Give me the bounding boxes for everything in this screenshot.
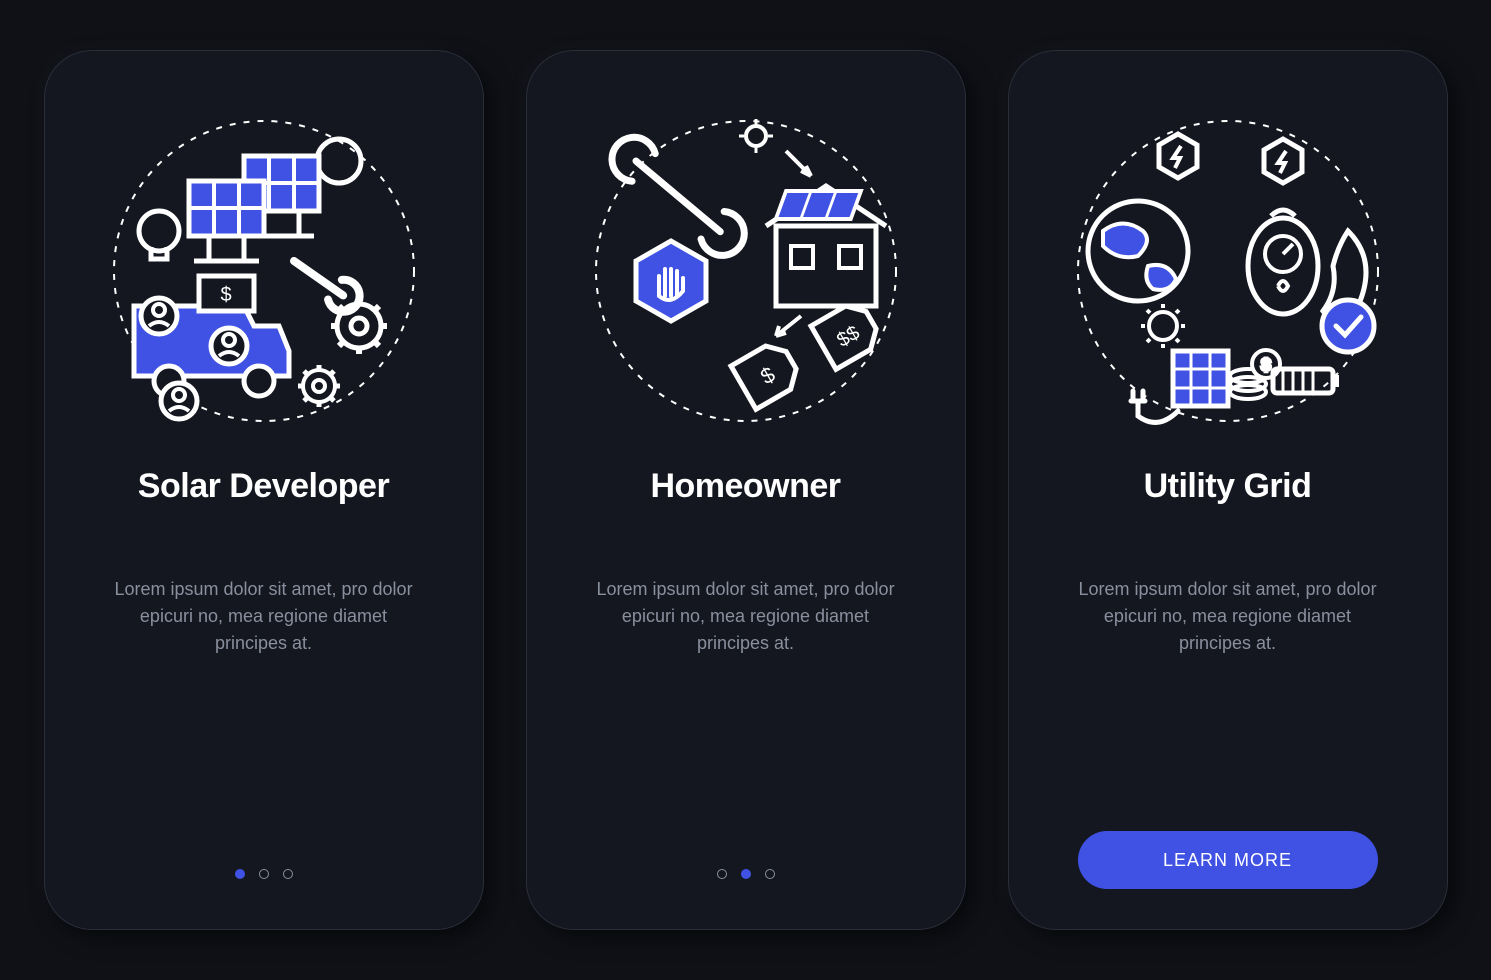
svg-text:$: $: [756, 362, 779, 390]
card-title: Solar Developer: [138, 467, 389, 506]
card-description: Lorem ipsum dolor sit amet, pro dolor ep…: [1068, 576, 1388, 657]
onboarding-card-homeowner: $$ $ Homeowner Lorem ipsum dolor sit ame…: [526, 50, 966, 930]
step-dot-1[interactable]: [717, 869, 727, 879]
step-indicator: [717, 869, 775, 879]
card-description: Lorem ipsum dolor sit amet, pro dolor ep…: [586, 576, 906, 657]
step-dot-2[interactable]: [259, 869, 269, 879]
step-dot-3[interactable]: [283, 869, 293, 879]
homeowner-illustration: $$ $: [576, 101, 916, 441]
svg-text:$: $: [1261, 357, 1270, 374]
step-dot-2[interactable]: [741, 869, 751, 879]
step-indicator: [235, 869, 293, 879]
onboarding-card-utility-grid: $ Utili: [1008, 50, 1448, 930]
svg-text:$: $: [220, 284, 231, 306]
svg-text:$$: $$: [833, 322, 863, 352]
onboarding-card-solar-developer: $ Solar Developer Lorem ipsum dolor sit …: [44, 50, 484, 930]
step-dot-3[interactable]: [765, 869, 775, 879]
step-dot-1[interactable]: [235, 869, 245, 879]
utility-grid-illustration: $: [1058, 101, 1398, 441]
card-title: Homeowner: [650, 467, 840, 506]
solar-developer-illustration: $: [94, 101, 434, 441]
card-description: Lorem ipsum dolor sit amet, pro dolor ep…: [104, 576, 424, 657]
learn-more-button[interactable]: LEARN MORE: [1078, 831, 1378, 889]
card-title: Utility Grid: [1144, 467, 1312, 506]
